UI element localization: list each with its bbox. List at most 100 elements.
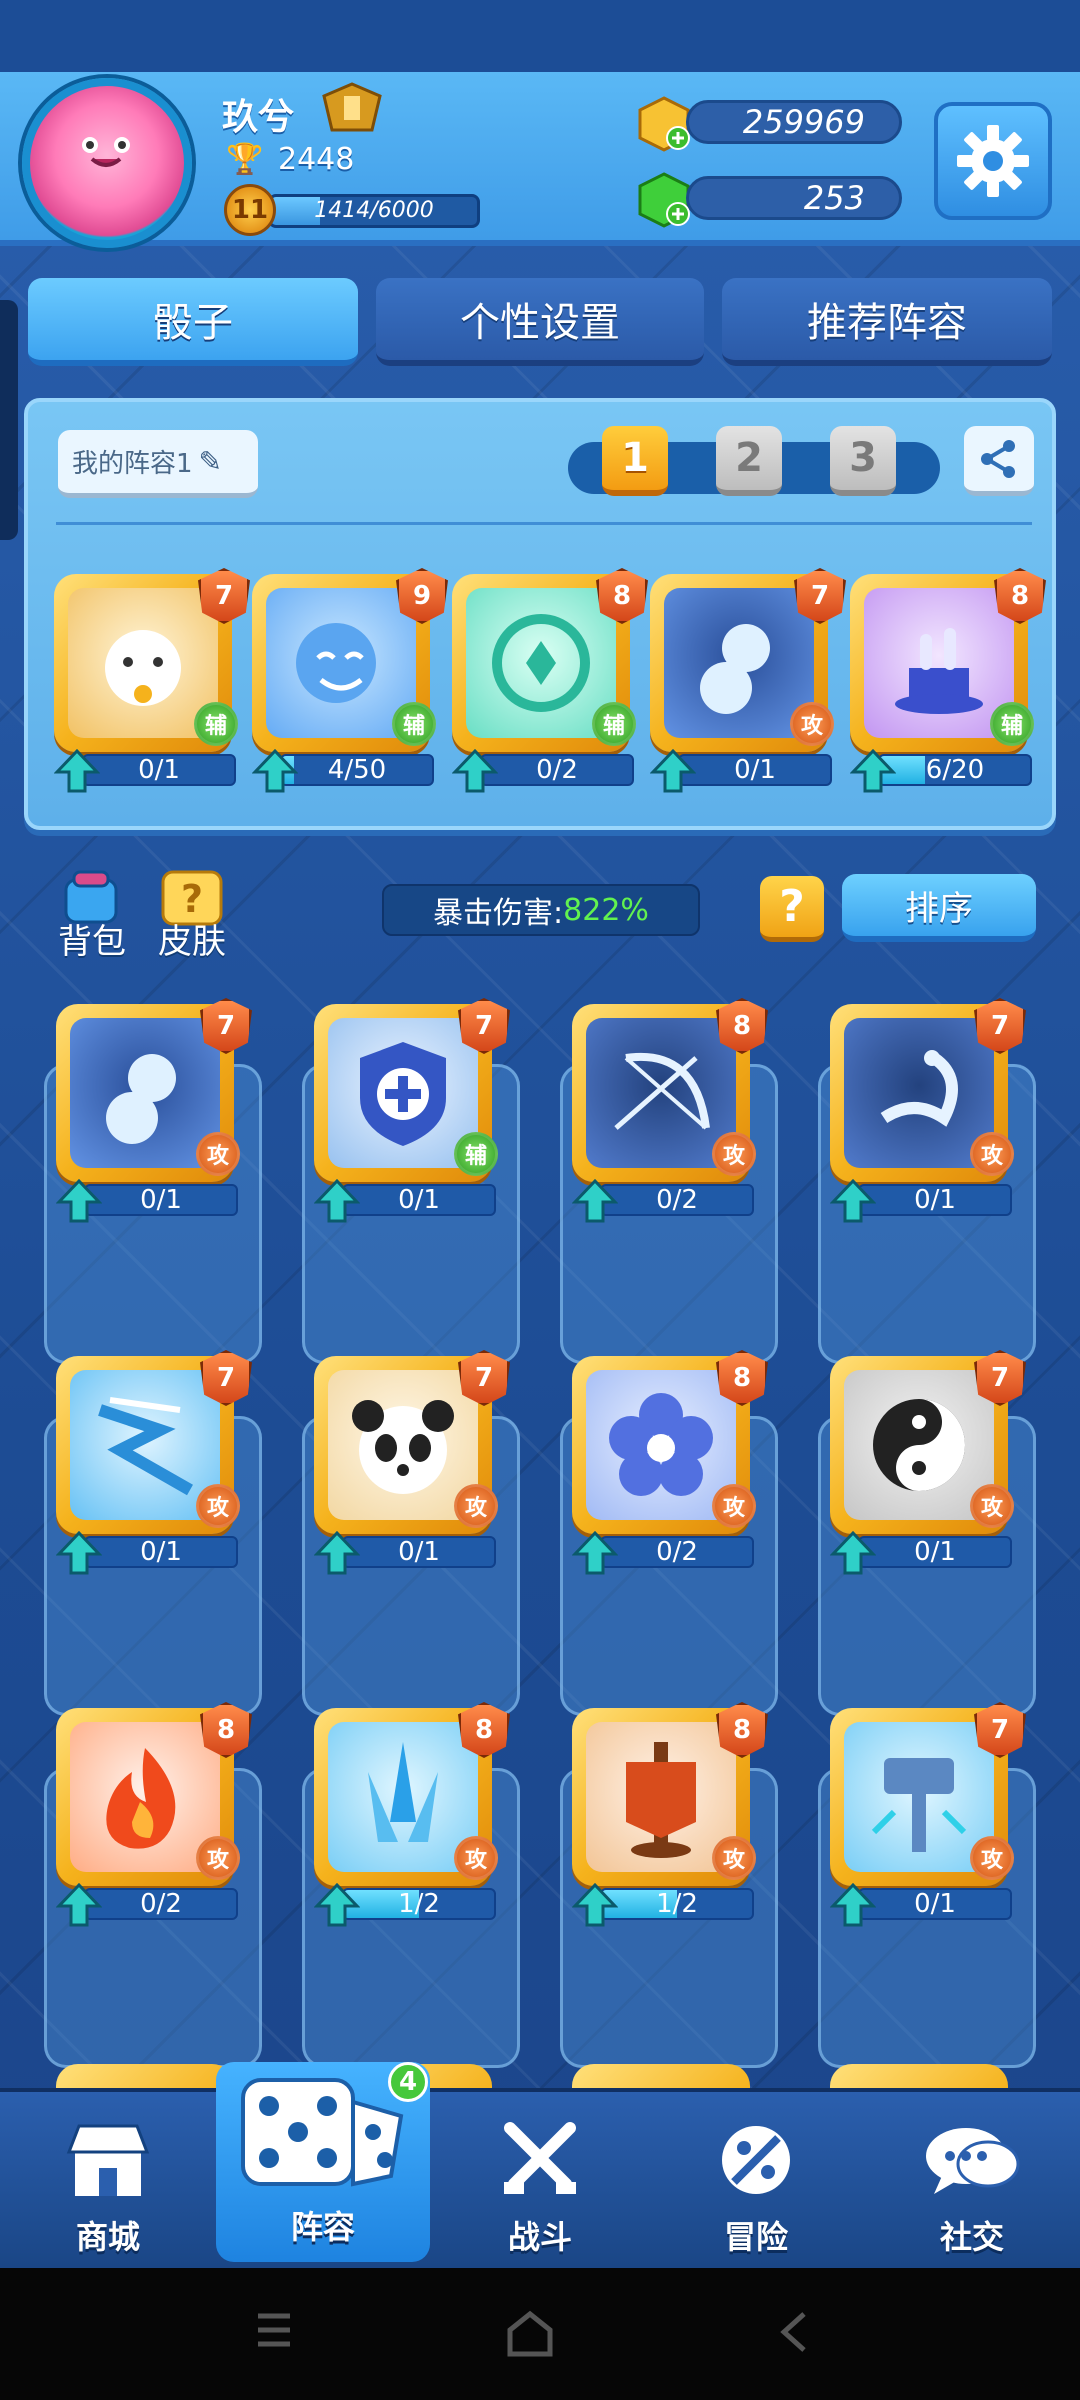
nav-deck-label: 阵容	[290, 2208, 355, 2246]
progress-text: 0/2	[656, 1537, 698, 1567]
share-button[interactable]	[964, 426, 1034, 496]
crit-damage-display: 暴击伤害: 822%	[382, 884, 700, 936]
card-role-badge: 辅	[990, 702, 1034, 746]
card-upgrade-progress: 0/2	[600, 1536, 754, 1568]
dice-card-flower-dice[interactable]: 8 攻 0/2	[572, 1350, 768, 1575]
upgrade-arrow-icon	[830, 1178, 876, 1223]
recents-icon[interactable]	[254, 2308, 294, 2352]
nav-shop-label: 商城	[75, 2218, 140, 2256]
dice-card-hammer-dice[interactable]: 7 攻 0/1	[830, 1702, 1026, 1927]
gem-count: 253	[686, 176, 902, 220]
card-role-badge: 攻	[790, 702, 834, 746]
progress-text: 1/2	[656, 1889, 698, 1919]
card-upgrade-progress: 4/50	[280, 754, 434, 786]
upgrade-arrow-icon	[56, 1178, 102, 1223]
tab-personalization[interactable]: 个性设置	[376, 278, 704, 366]
dice-card-panda-dice[interactable]: 7 攻 0/1	[314, 1350, 510, 1575]
nav-adventure[interactable]: 冒险	[666, 2092, 846, 2272]
dice-card-lightning-dice[interactable]: 7 攻 0/1	[56, 1350, 252, 1575]
bottom-nav: 商城 阵容 4 战斗 冒险 社交	[0, 2062, 1080, 2268]
gold-count: 259969	[686, 100, 902, 144]
dice-card-banner-dice[interactable]: 8 攻 1/2	[572, 1702, 768, 1927]
upgrade-arrow-icon	[314, 1530, 360, 1575]
adventure-icon	[722, 2126, 790, 2194]
tab-recommended-deck[interactable]: 推荐阵容	[722, 278, 1052, 366]
upgrade-arrow-icon	[314, 1178, 360, 1223]
card-role-badge: 攻	[196, 1836, 240, 1880]
dice-card-scorpion-dice[interactable]: 7 攻 0/1	[830, 998, 1026, 1223]
progress-text: 0/1	[140, 1537, 182, 1567]
home-icon[interactable]	[502, 2308, 558, 2360]
progress-text: 0/1	[398, 1185, 440, 1215]
dice-card-gourd-dice[interactable]: 7 攻 0/1	[56, 998, 252, 1223]
crit-label: 暴击伤害:	[433, 896, 564, 931]
nav-battle-label: 战斗	[507, 2218, 572, 2256]
status-bar	[0, 0, 1080, 72]
dice-card-mask-dice[interactable]: 9 辅 4/50	[252, 568, 448, 793]
card-role-badge: 攻	[196, 1132, 240, 1176]
card-upgrade-progress: 0/1	[342, 1184, 496, 1216]
deck-slot-1[interactable]: 1	[602, 426, 668, 496]
progress-text: 0/1	[734, 755, 776, 785]
upgrade-arrow-icon	[56, 1882, 102, 1927]
card-role-badge: 攻	[970, 1836, 1014, 1880]
bag-button[interactable]: 背包	[52, 870, 132, 966]
skin-label: 皮肤	[158, 922, 226, 962]
help-button[interactable]: ?	[760, 876, 824, 942]
side-drawer-handle[interactable]	[0, 300, 18, 540]
dice-card-ice-spike-dice[interactable]: 8 攻 1/2	[314, 1702, 510, 1927]
dice-card-yin-yang-dice[interactable]: 7 攻 0/1	[830, 1350, 1026, 1575]
player-avatar[interactable]	[22, 78, 192, 248]
shop-icon	[66, 2124, 150, 2196]
card-role-badge: 辅	[592, 702, 636, 746]
deck-slot-3[interactable]: 3	[830, 426, 896, 496]
card-role-badge: 攻	[712, 1836, 756, 1880]
dice-card-gourd-dice[interactable]: 7 攻 0/1	[650, 568, 846, 793]
upgrade-arrow-icon	[572, 1530, 618, 1575]
dice-card-wind-dice[interactable]: 8 辅 0/2	[452, 568, 648, 793]
dice-card-fire-dice[interactable]: 8 攻 0/2	[56, 1702, 252, 1927]
nav-deck[interactable]: 阵容 4	[216, 2062, 430, 2262]
nav-shop[interactable]: 商城	[18, 2092, 198, 2272]
crit-value: 822%	[563, 892, 649, 928]
dice-card-lucky-cat-dice[interactable]: 7 辅 0/1	[54, 568, 250, 793]
deck-name-button[interactable]: 我的阵容1 ✎	[58, 430, 258, 498]
back-icon[interactable]	[776, 2308, 812, 2356]
card-role-badge: 攻	[712, 1132, 756, 1176]
card-upgrade-progress: 0/1	[84, 1184, 238, 1216]
avatar-face-icon	[82, 137, 130, 167]
dice-card-magic-hat-dice[interactable]: 8 辅 6/20	[850, 568, 1046, 793]
settings-button[interactable]	[934, 102, 1052, 220]
progress-text: 0/1	[140, 1185, 182, 1215]
dice-card-bow-dice[interactable]: 8 攻 0/2	[572, 998, 768, 1223]
upgrade-arrow-icon	[850, 748, 896, 793]
sort-button[interactable]: 排序	[842, 874, 1036, 942]
system-nav-bar	[0, 2268, 1080, 2400]
dice-card-shield-dice[interactable]: 7 辅 0/1	[314, 998, 510, 1223]
card-role-badge: 攻	[196, 1484, 240, 1528]
tab-dice[interactable]: 骰子	[28, 278, 358, 366]
gear-icon	[957, 125, 1029, 197]
card-role-badge: 辅	[454, 1132, 498, 1176]
upgrade-arrow-icon	[830, 1882, 876, 1927]
nav-social[interactable]: 社交	[882, 2092, 1062, 2272]
card-role-badge: 攻	[454, 1484, 498, 1528]
bag-label: 背包	[58, 922, 126, 962]
card-role-badge: 攻	[970, 1484, 1014, 1528]
chat-icon	[926, 2128, 1020, 2194]
upgrade-arrow-icon	[830, 1530, 876, 1575]
nav-battle[interactable]: 战斗	[450, 2092, 630, 2272]
card-upgrade-progress: 0/1	[82, 754, 236, 786]
rank-emblem-icon	[322, 82, 382, 132]
progress-text: 0/1	[914, 1185, 956, 1215]
deck-panel: 我的阵容1 ✎ 1 2 3 7 辅 0/1 9 辅 4/50 8 辅 0/2 7…	[24, 398, 1056, 830]
gem-plus-icon[interactable]	[636, 172, 692, 228]
crossed-swords-icon	[504, 2122, 576, 2194]
skin-button[interactable]: ? 皮肤	[152, 870, 232, 966]
gold-coin-plus-icon[interactable]	[636, 96, 692, 152]
upgrade-arrow-icon	[252, 748, 298, 793]
trophy-icon: 🏆	[226, 142, 264, 177]
progress-text: 0/1	[914, 1537, 956, 1567]
card-upgrade-progress: 6/20	[878, 754, 1032, 786]
deck-slot-2[interactable]: 2	[716, 426, 782, 496]
